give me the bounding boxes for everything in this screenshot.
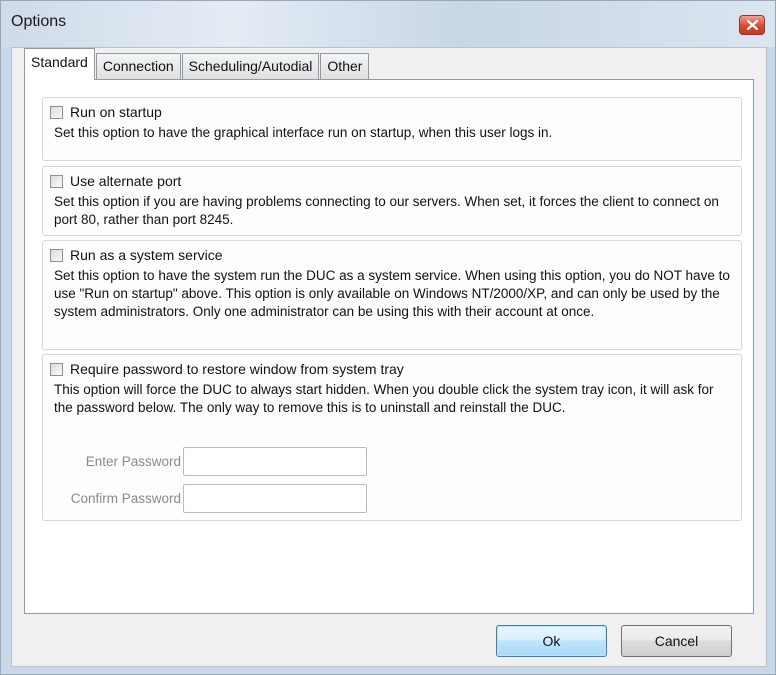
require-password-label[interactable]: Require password to restore window from … <box>70 361 404 377</box>
option-group-alternate-port: Use alternate port Set this option if yo… <box>42 166 742 236</box>
option-group-require-password: Require password to restore window from … <box>42 354 742 521</box>
run-on-startup-checkbox[interactable] <box>50 105 63 119</box>
option-group-run-on-startup: Run on startup Set this option to have t… <box>42 97 742 161</box>
tab-connection[interactable]: Connection <box>95 53 181 80</box>
run-on-startup-description: Set this option to have the graphical in… <box>54 125 553 140</box>
use-alternate-port-checkbox[interactable] <box>50 174 63 188</box>
title-bar[interactable]: Options <box>1 1 775 47</box>
cancel-button[interactable]: Cancel <box>621 625 732 657</box>
tab-standard[interactable]: Standard <box>24 48 95 80</box>
window-title: Options <box>11 13 67 30</box>
option-group-system-service: Run as a system service Set this option … <box>42 240 742 350</box>
require-password-checkbox[interactable] <box>50 362 63 376</box>
tab-other[interactable]: Other <box>320 53 370 80</box>
require-password-description: This option will force the DUC to always… <box>54 382 714 415</box>
dialog-body: Standard Connection Scheduling/Autodial … <box>11 47 767 667</box>
use-alternate-port-description: Set this option if you are having proble… <box>54 194 719 227</box>
enter-password-field[interactable] <box>183 447 367 476</box>
confirm-password-row: Confirm Password <box>43 484 367 513</box>
enter-password-label: Enter Password <box>85 454 181 469</box>
tab-strip: Standard Connection Scheduling/Autodial … <box>24 48 370 80</box>
close-icon <box>747 20 758 30</box>
tab-page-standard: Run on startup Set this option to have t… <box>24 79 754 614</box>
use-alternate-port-label[interactable]: Use alternate port <box>70 173 181 189</box>
run-as-system-service-description: Set this option to have the system run t… <box>54 268 730 319</box>
run-on-startup-label[interactable]: Run on startup <box>70 104 162 120</box>
run-as-system-service-checkbox[interactable] <box>50 248 63 262</box>
confirm-password-field[interactable] <box>183 484 367 513</box>
tab-scheduling-autodial[interactable]: Scheduling/Autodial <box>181 53 320 80</box>
confirm-password-label: Confirm Password <box>70 491 181 506</box>
run-as-system-service-label[interactable]: Run as a system service <box>70 247 223 263</box>
ok-button[interactable]: Ok <box>496 625 607 657</box>
options-dialog: Options Standard Connection Scheduling/A… <box>0 0 776 675</box>
close-button[interactable] <box>739 15 765 35</box>
enter-password-row: Enter Password <box>43 447 367 476</box>
